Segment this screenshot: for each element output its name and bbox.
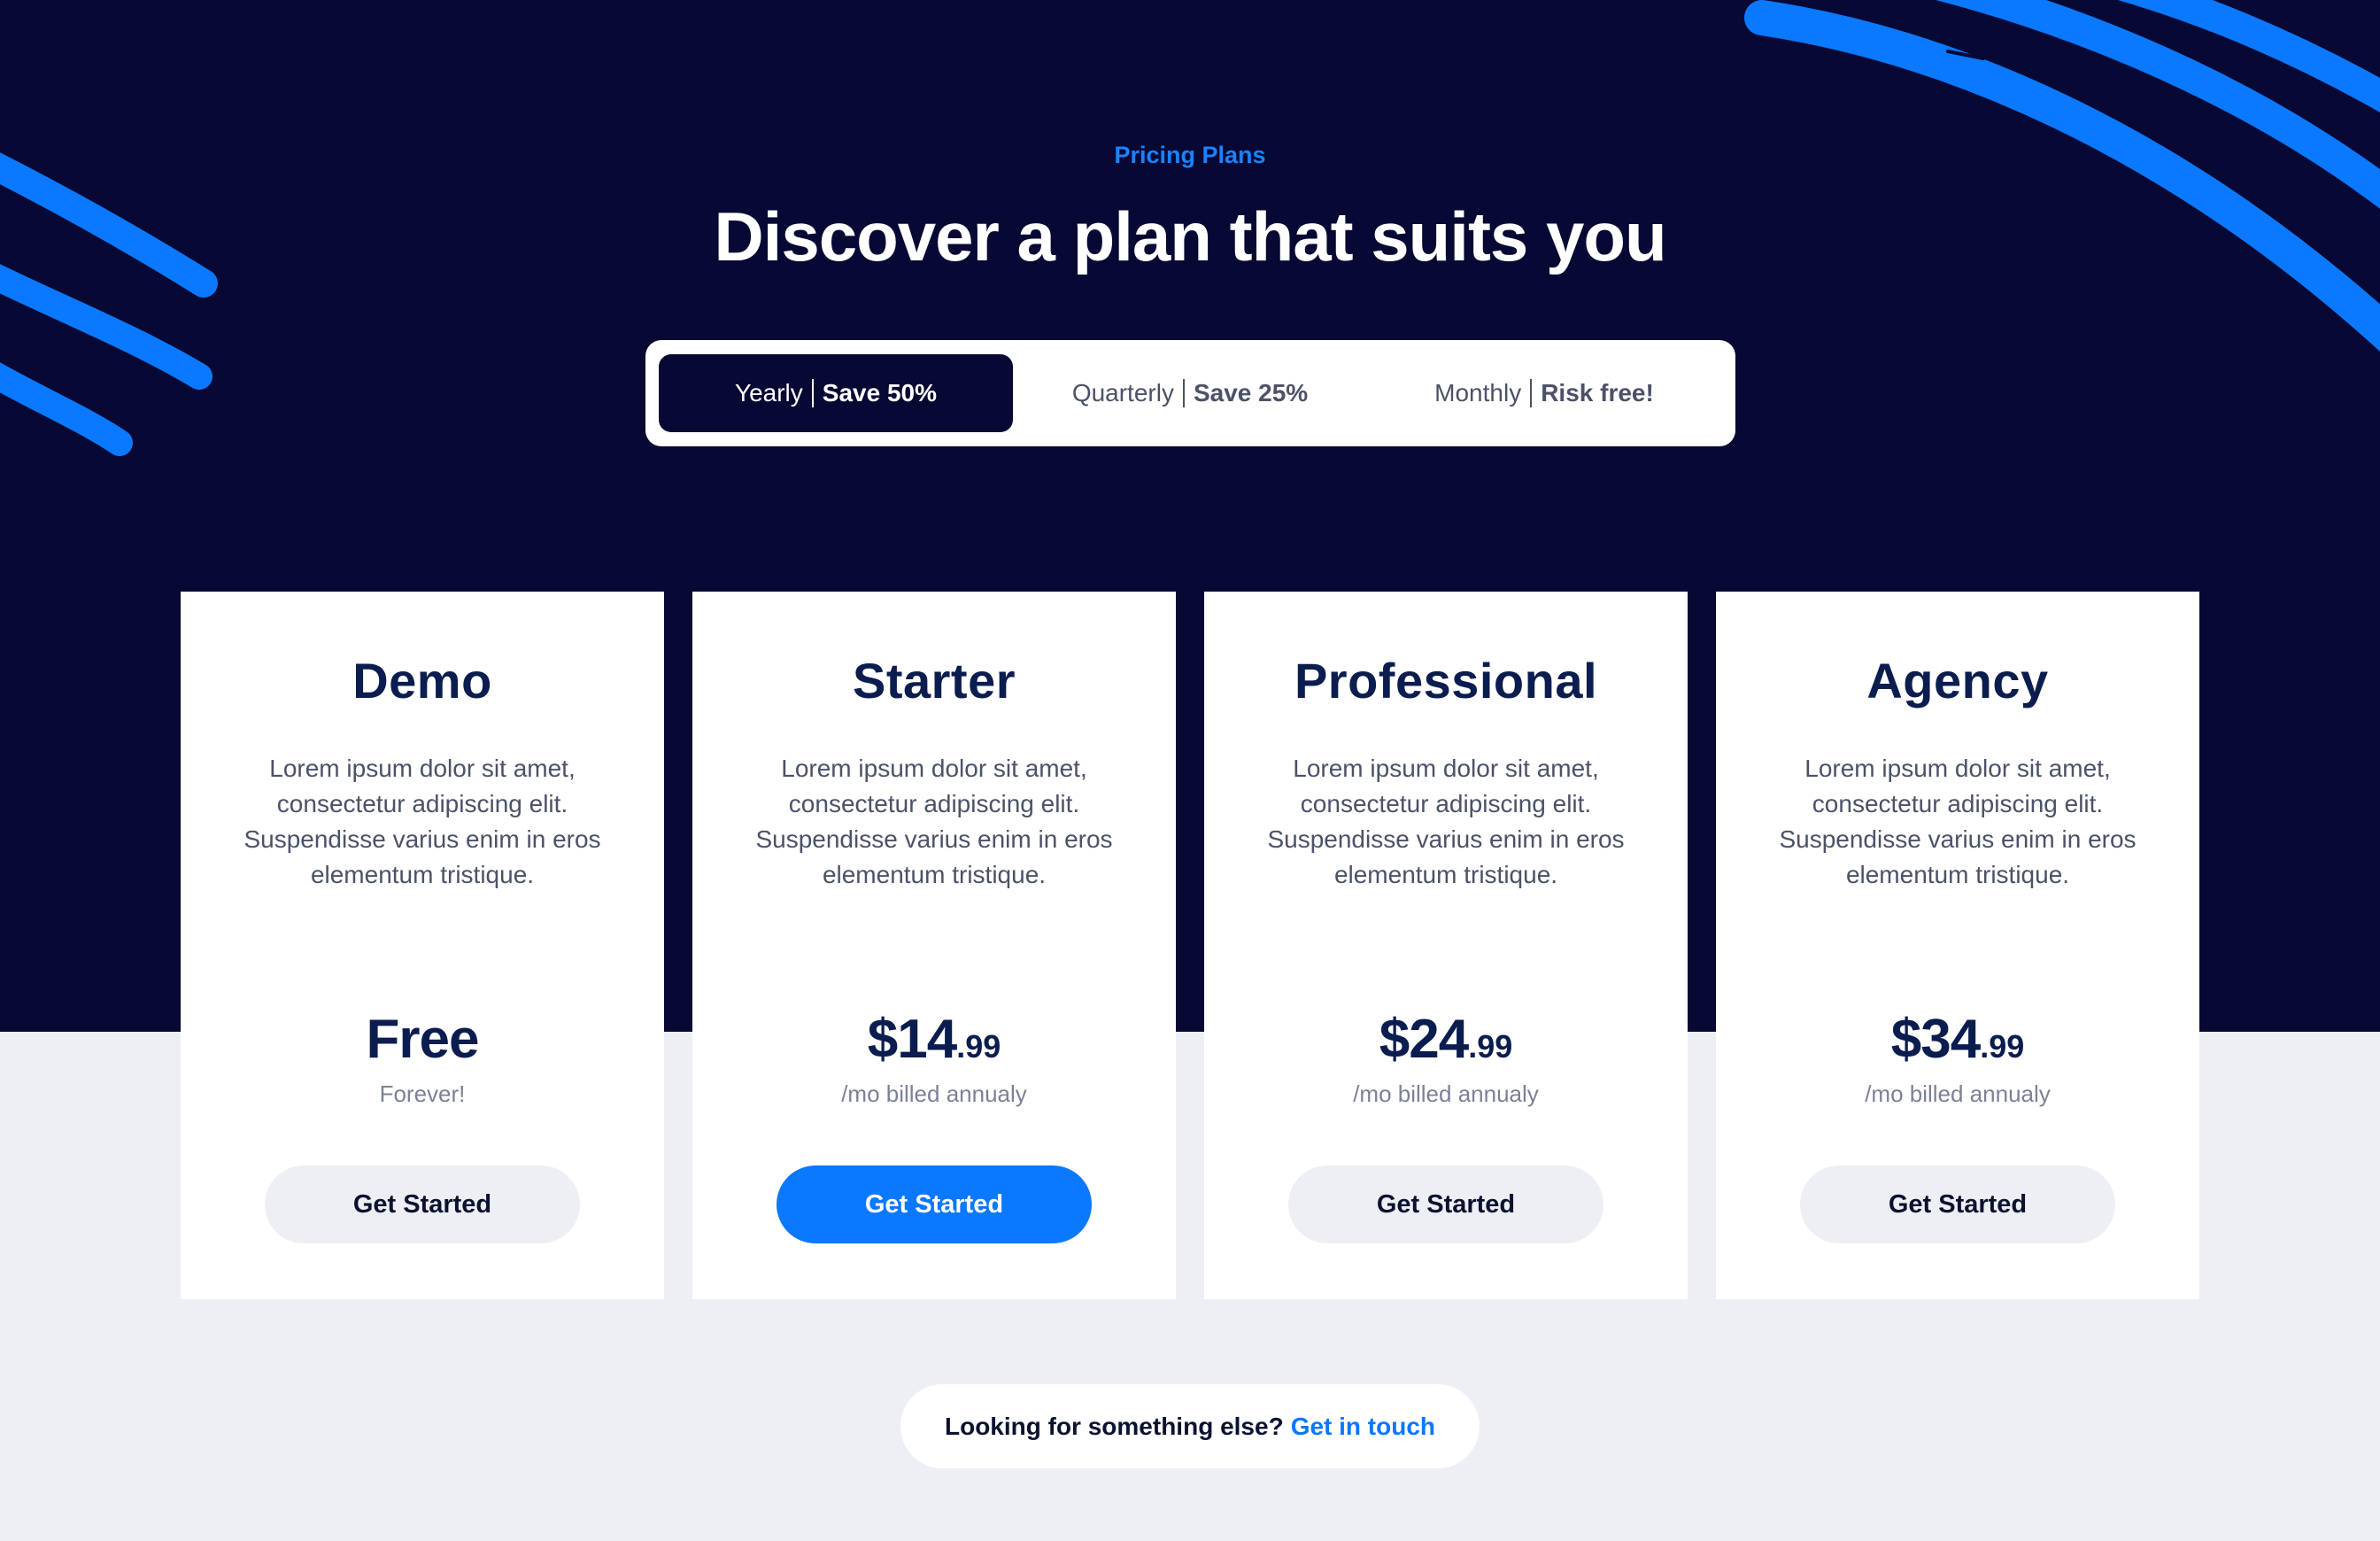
tab-monthly-period: Monthly <box>1434 379 1522 407</box>
plan-description: Lorem ipsum dolor sit amet, consectetur … <box>1267 755 1625 888</box>
get-in-touch-link[interactable]: Get in touch <box>1291 1413 1435 1441</box>
tab-quarterly[interactable]: Quarterly Save 25% <box>1013 354 1367 432</box>
tab-yearly-deal: Save 50% <box>822 379 937 407</box>
get-started-button[interactable]: Get Started <box>265 1165 580 1243</box>
brush-stroke-right-decoration <box>1744 0 2380 352</box>
price-cents: .99 <box>1980 1028 2025 1065</box>
contact-pill: Looking for something else? Get in touch <box>900 1384 1480 1468</box>
plan-name: Agency <box>1866 653 2049 709</box>
plan-price: $34.99 <box>1716 1008 2199 1071</box>
tab-separator <box>1182 379 1185 407</box>
brush-stroke-left-decoration <box>0 152 218 456</box>
contact-prompt: Looking for something else? <box>944 1412 1284 1440</box>
plan-card-professional: Professional Lorem ipsum dolor sit amet,… <box>1204 592 1688 1299</box>
tab-quarterly-deal: Save 25% <box>1193 379 1309 407</box>
get-started-button[interactable]: Get Started <box>1288 1165 1603 1243</box>
plan-name: Professional <box>1294 653 1598 709</box>
section-eyebrow: Pricing Plans <box>1114 142 1266 168</box>
plan-card-agency: Agency Lorem ipsum dolor sit amet, conse… <box>1716 592 2199 1299</box>
plan-billing-note: /mo billed annualy <box>1865 1080 2051 1107</box>
tab-monthly-deal: Risk free! <box>1541 379 1654 407</box>
tab-separator <box>1530 379 1533 407</box>
price-main: $34 <box>1890 1009 1981 1070</box>
plan-card-demo: Demo Lorem ipsum dolor sit amet, consect… <box>181 592 664 1299</box>
plan-name: Demo <box>352 653 492 709</box>
plan-billing-note: /mo billed annualy <box>1353 1080 1539 1107</box>
plan-card-starter: Starter Lorem ipsum dolor sit amet, cons… <box>692 592 1176 1299</box>
plan-description: Lorem ipsum dolor sit amet, consectetur … <box>1779 755 2137 888</box>
billing-period-toggle: Yearly Save 50% Quarterly Save 25% Month… <box>645 340 1735 446</box>
tab-monthly[interactable]: Monthly Risk free! <box>1367 354 1721 432</box>
price-main: Free <box>366 1009 480 1070</box>
tab-separator <box>811 379 814 407</box>
price-main: $24 <box>1379 1009 1469 1070</box>
plan-name: Starter <box>852 653 1016 709</box>
plan-price: $14.99 <box>692 1008 1176 1071</box>
plan-price: Free <box>181 1008 664 1071</box>
tab-yearly-period: Yearly <box>734 379 803 407</box>
plan-billing-note: /mo billed annualy <box>841 1080 1027 1107</box>
price-main: $14 <box>867 1009 957 1070</box>
get-started-button[interactable]: Get Started <box>777 1165 1092 1243</box>
tab-quarterly-period: Quarterly <box>1071 379 1174 407</box>
get-started-button[interactable]: Get Started <box>1800 1165 2115 1243</box>
plan-description: Lorem ipsum dolor sit amet, consectetur … <box>243 755 601 888</box>
price-cents: .99 <box>1468 1028 1513 1065</box>
tab-yearly[interactable]: Yearly Save 50% <box>659 354 1013 432</box>
price-cents: .99 <box>956 1028 1001 1065</box>
page-title: Discover a plan that suits you <box>714 197 1666 275</box>
plan-billing-note: Forever! <box>379 1080 466 1107</box>
plan-price: $24.99 <box>1204 1008 1688 1071</box>
plan-description: Lorem ipsum dolor sit amet, consectetur … <box>755 755 1113 888</box>
